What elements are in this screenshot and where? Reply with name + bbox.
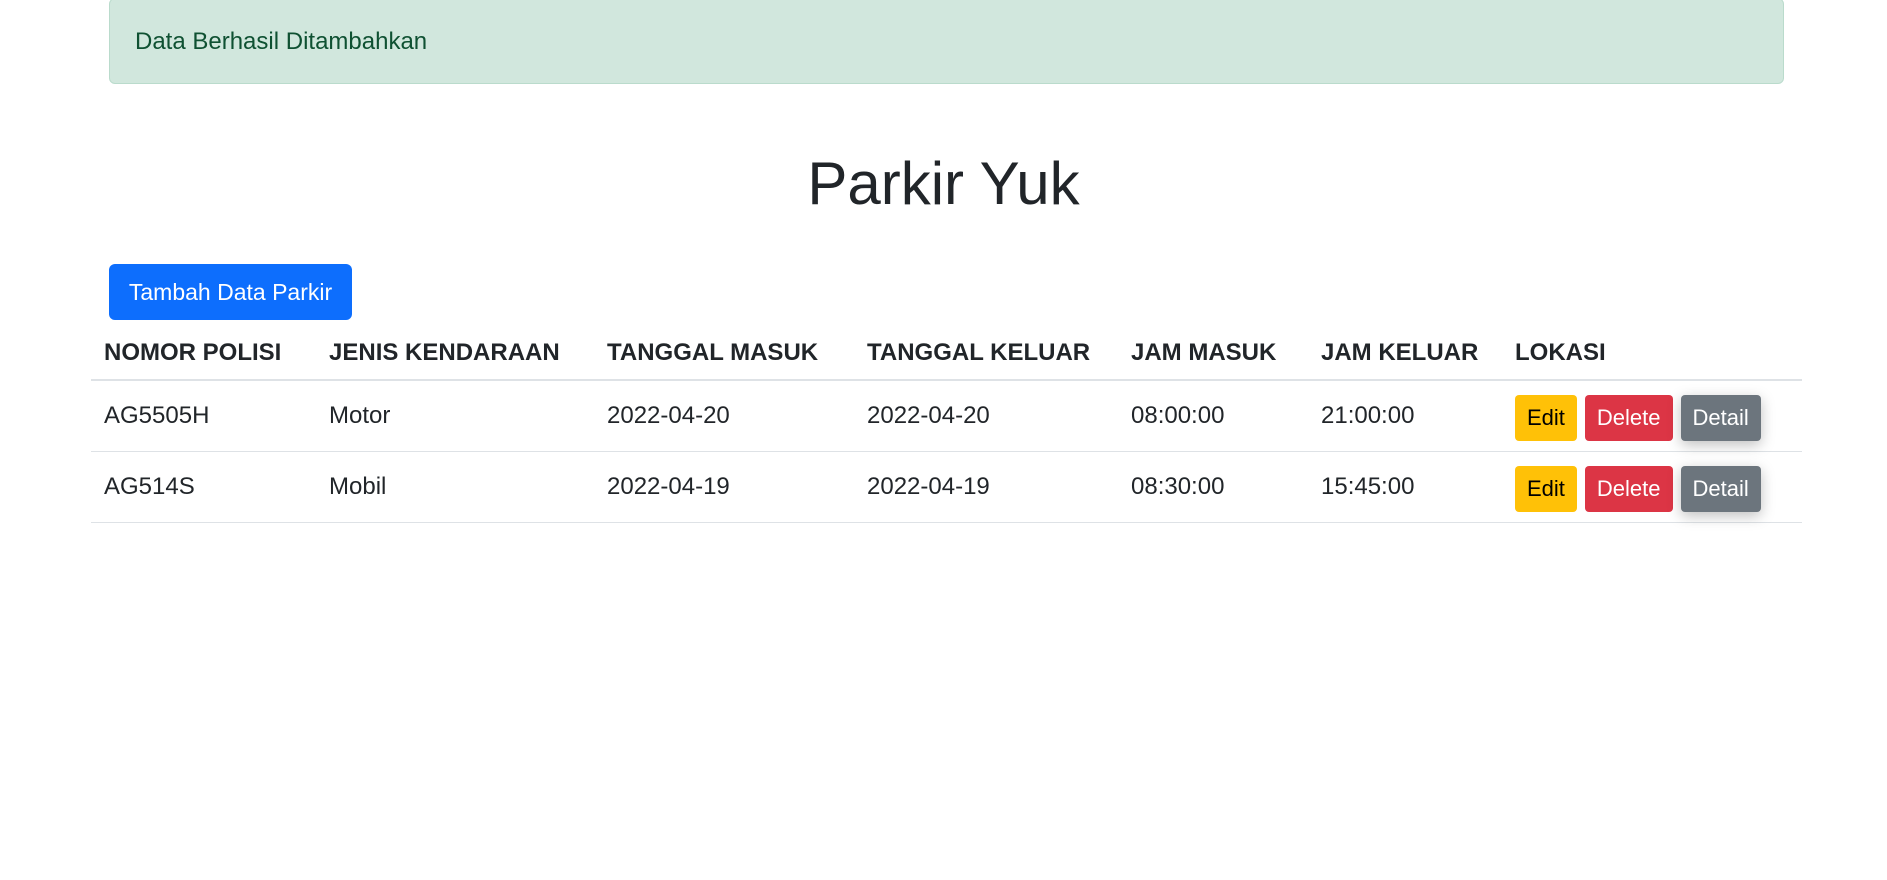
header-jenis-kendaraan: JENIS KENDARAAN bbox=[316, 326, 594, 381]
header-jam-masuk: JAM MASUK bbox=[1118, 326, 1308, 381]
cell-jenis-kendaraan: Mobil bbox=[316, 451, 594, 523]
cell-jam-keluar: 15:45:00 bbox=[1308, 451, 1502, 523]
detail-button[interactable]: Detail bbox=[1680, 466, 1761, 512]
cell-jam-keluar: 21:00:00 bbox=[1308, 380, 1502, 452]
edit-button[interactable]: Edit bbox=[1515, 466, 1577, 512]
page-title: Parkir Yuk bbox=[807, 150, 1080, 217]
row-actions: Edit Delete Detail bbox=[1515, 461, 1789, 512]
cell-tanggal-masuk: 2022-04-20 bbox=[594, 380, 854, 452]
detail-button[interactable]: Detail bbox=[1680, 395, 1761, 442]
delete-button[interactable]: Delete bbox=[1584, 395, 1673, 442]
delete-button[interactable]: Delete bbox=[1584, 466, 1673, 512]
table-row: AG5505H Motor 2022-04-20 2022-04-20 08:0… bbox=[91, 380, 1802, 452]
cell-jam-masuk: 08:30:00 bbox=[1118, 451, 1308, 523]
cell-nomor-polisi: AG514S bbox=[91, 451, 316, 523]
parking-table: NOMOR POLISI JENIS KENDARAAN TANGGAL MAS… bbox=[91, 326, 1802, 523]
success-alert: Data Berhasil Ditambahkan bbox=[109, 0, 1784, 84]
cell-jam-masuk: 08:00:00 bbox=[1118, 380, 1308, 452]
header-nomor-polisi: NOMOR POLISI bbox=[91, 326, 316, 381]
alert-message: Data Berhasil Ditambahkan bbox=[135, 28, 428, 55]
cell-actions: Edit Delete Detail bbox=[1502, 380, 1802, 452]
header-jam-keluar: JAM KELUAR bbox=[1308, 326, 1502, 381]
cell-jenis-kendaraan: Motor bbox=[316, 380, 594, 452]
table-row: AG514S Mobil 2022-04-19 2022-04-19 08:30… bbox=[91, 451, 1802, 523]
table-header-row: NOMOR POLISI JENIS KENDARAAN TANGGAL MAS… bbox=[91, 326, 1802, 381]
edit-button[interactable]: Edit bbox=[1515, 395, 1577, 442]
header-tanggal-keluar: TANGGAL KELUAR bbox=[854, 326, 1118, 381]
header-lokasi: LOKASI bbox=[1502, 326, 1802, 381]
cell-nomor-polisi: AG5505H bbox=[91, 380, 316, 452]
cell-tanggal-masuk: 2022-04-19 bbox=[594, 451, 854, 523]
header-tanggal-masuk: TANGGAL MASUK bbox=[594, 326, 854, 381]
add-parking-button[interactable]: Tambah Data Parkir bbox=[109, 264, 352, 320]
cell-actions: Edit Delete Detail bbox=[1502, 451, 1802, 523]
row-actions: Edit Delete Detail bbox=[1515, 390, 1789, 442]
cell-tanggal-keluar: 2022-04-20 bbox=[854, 380, 1118, 452]
cell-tanggal-keluar: 2022-04-19 bbox=[854, 451, 1118, 523]
